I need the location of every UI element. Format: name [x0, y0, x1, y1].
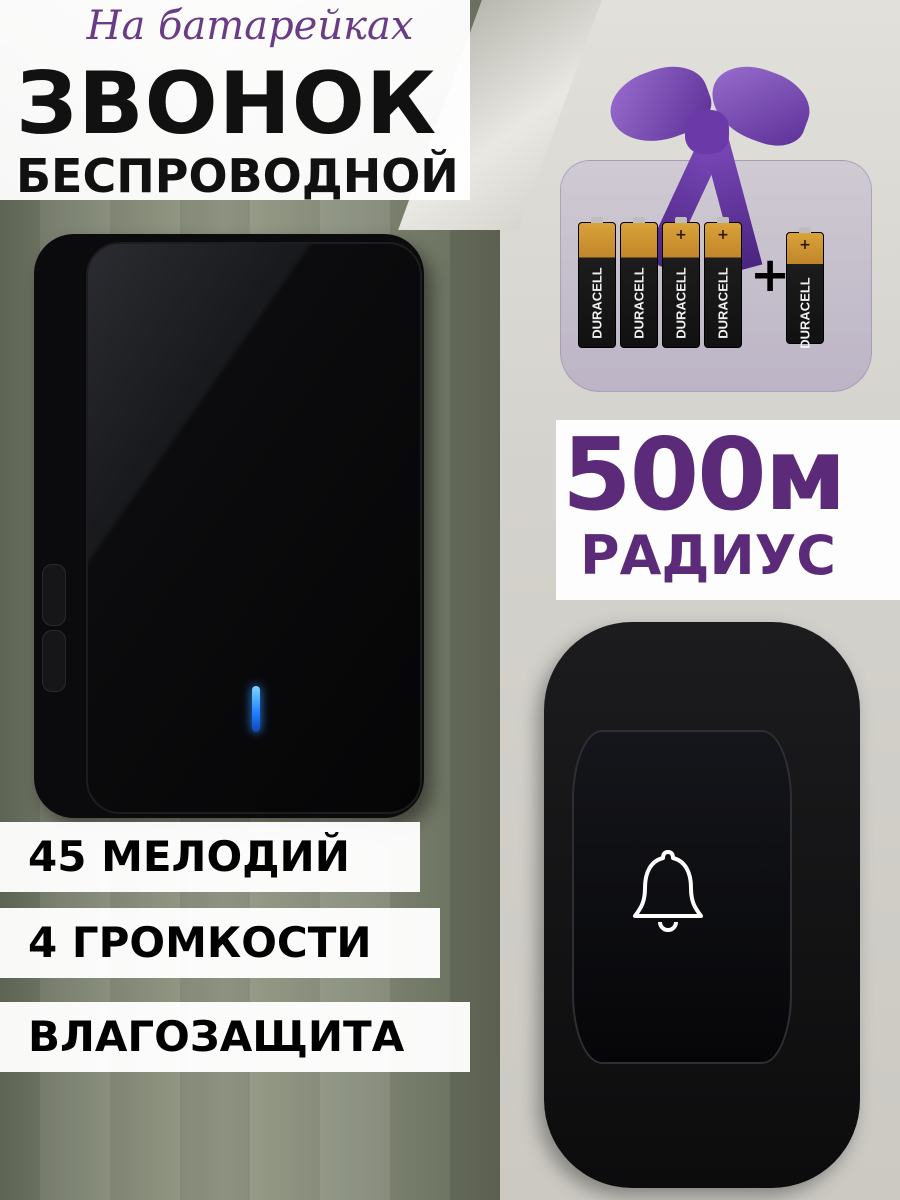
battery-aaa: DURACELL	[620, 217, 658, 348]
subtitle: На батарейках	[86, 3, 414, 49]
melody-button	[42, 630, 66, 692]
page-title: ЗВОНОК	[16, 54, 438, 154]
battery-aaa: + DURACELL	[662, 217, 700, 348]
battery-aaa: DURACELL	[578, 217, 616, 348]
range-value: 500м	[562, 416, 846, 533]
feature-volume: 4 ГРОМКОСТИ	[0, 908, 440, 978]
volume-button	[42, 564, 66, 626]
feature-waterproof: ВЛАГОЗАЩИТА	[0, 1002, 470, 1072]
battery-23a: + DURACELL	[786, 227, 824, 349]
bell-icon	[633, 850, 703, 932]
led-indicator-icon	[252, 686, 260, 732]
plus-sign: +	[750, 247, 791, 303]
battery-aaa: + DURACELL	[704, 217, 742, 348]
range-label: РАДИУС	[580, 524, 836, 587]
page-title-sub: БЕСПРОВОДНОЙ	[16, 149, 459, 203]
feature-melodies: 45 МЕЛОДИЙ	[0, 822, 420, 892]
doorbell-receiver	[34, 234, 424, 818]
doorbell-button-unit	[544, 622, 860, 1188]
